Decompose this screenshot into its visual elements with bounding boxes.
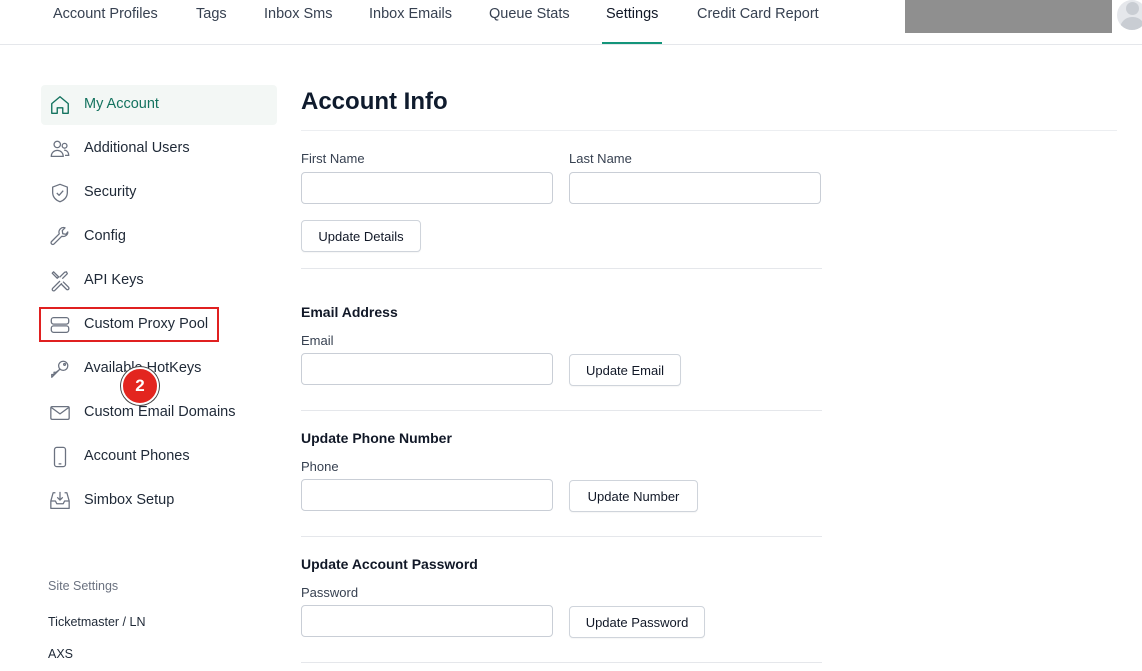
divider: [301, 130, 1117, 131]
email-input[interactable]: [301, 353, 553, 385]
update-number-button[interactable]: Update Number: [569, 480, 698, 512]
sidebar-item-api-keys[interactable]: API Keys: [41, 261, 277, 301]
sidebar-item-account-phones[interactable]: Account Phones: [41, 437, 277, 477]
email-label: Email: [301, 333, 334, 348]
password-section-title: Update Account Password: [301, 556, 478, 572]
key-icon: [49, 358, 71, 380]
avatar[interactable]: [1117, 0, 1142, 30]
tab-settings[interactable]: Settings: [601, 0, 663, 45]
tab-inbox-sms[interactable]: Inbox Sms: [264, 0, 333, 45]
first-name-label: First Name: [301, 151, 365, 166]
redacted-account-area: [905, 0, 1112, 33]
password-input[interactable]: [301, 605, 553, 637]
site-settings-heading: Site Settings: [48, 579, 119, 593]
update-password-button[interactable]: Update Password: [569, 606, 705, 638]
first-name-input[interactable]: [301, 172, 553, 204]
shield-check-icon: [49, 182, 71, 204]
email-section-title: Email Address: [301, 304, 398, 320]
update-details-button[interactable]: Update Details: [301, 220, 421, 252]
sidebar-item-label: Config: [84, 228, 126, 244]
phone-section-title: Update Phone Number: [301, 430, 452, 446]
sidebar-item-my-account[interactable]: My Account: [41, 85, 277, 125]
site-link-axs[interactable]: AXS: [48, 647, 73, 661]
phone-label: Phone: [301, 459, 339, 474]
last-name-label: Last Name: [569, 151, 632, 166]
divider: [301, 662, 822, 663]
tools-icon: [49, 270, 71, 292]
home-icon: [49, 94, 71, 116]
sidebar-item-label: Security: [84, 184, 137, 200]
sidebar-item-label: Simbox Setup: [84, 492, 175, 508]
wrench-icon: [49, 226, 71, 248]
sidebar-item-simbox-setup[interactable]: Simbox Setup: [41, 481, 277, 521]
tab-account-profiles[interactable]: Account Profiles: [53, 0, 158, 45]
sidebar-item-custom-proxy-pool[interactable]: Custom Proxy Pool: [41, 305, 277, 345]
sidebar-item-config[interactable]: Config: [41, 217, 277, 257]
page-title: Account Info: [301, 88, 448, 115]
tab-queue-stats[interactable]: Queue Stats: [489, 0, 570, 45]
sidebar-item-label: API Keys: [84, 272, 144, 288]
last-name-input[interactable]: [569, 172, 821, 204]
update-email-button[interactable]: Update Email: [569, 354, 681, 386]
site-link-ticketmaster[interactable]: Ticketmaster / LN: [48, 615, 145, 629]
password-label: Password: [301, 585, 359, 600]
sidebar-item-label: Custom Email Domains: [84, 404, 236, 420]
sidebar-item-security[interactable]: Security: [41, 173, 277, 213]
tab-inbox-emails[interactable]: Inbox Emails: [369, 0, 452, 45]
sidebar-item-custom-email-domains[interactable]: Custom Email Domains: [41, 393, 277, 433]
divider: [301, 536, 822, 537]
sidebar-item-available-hotkeys[interactable]: Available HotKeys: [41, 349, 277, 389]
mail-icon: [49, 402, 71, 424]
sidebar-item-label: Additional Users: [84, 140, 190, 156]
server-icon: [49, 314, 71, 336]
phone-icon: [49, 446, 71, 468]
top-nav: Account Profiles Tags Inbox Sms Inbox Em…: [0, 0, 1142, 45]
users-icon: [49, 138, 71, 160]
phone-input[interactable]: [301, 479, 553, 511]
sidebar-item-label: My Account: [84, 96, 159, 112]
sidebar-item-label: Account Phones: [84, 448, 190, 464]
tab-tags[interactable]: Tags: [196, 0, 227, 45]
inbox-download-icon: [49, 490, 71, 512]
divider: [301, 268, 822, 269]
divider: [301, 410, 822, 411]
sidebar-item-additional-users[interactable]: Additional Users: [41, 129, 277, 169]
sidebar-item-label: Custom Proxy Pool: [84, 316, 209, 332]
tab-credit-card-report[interactable]: Credit Card Report: [697, 0, 819, 45]
